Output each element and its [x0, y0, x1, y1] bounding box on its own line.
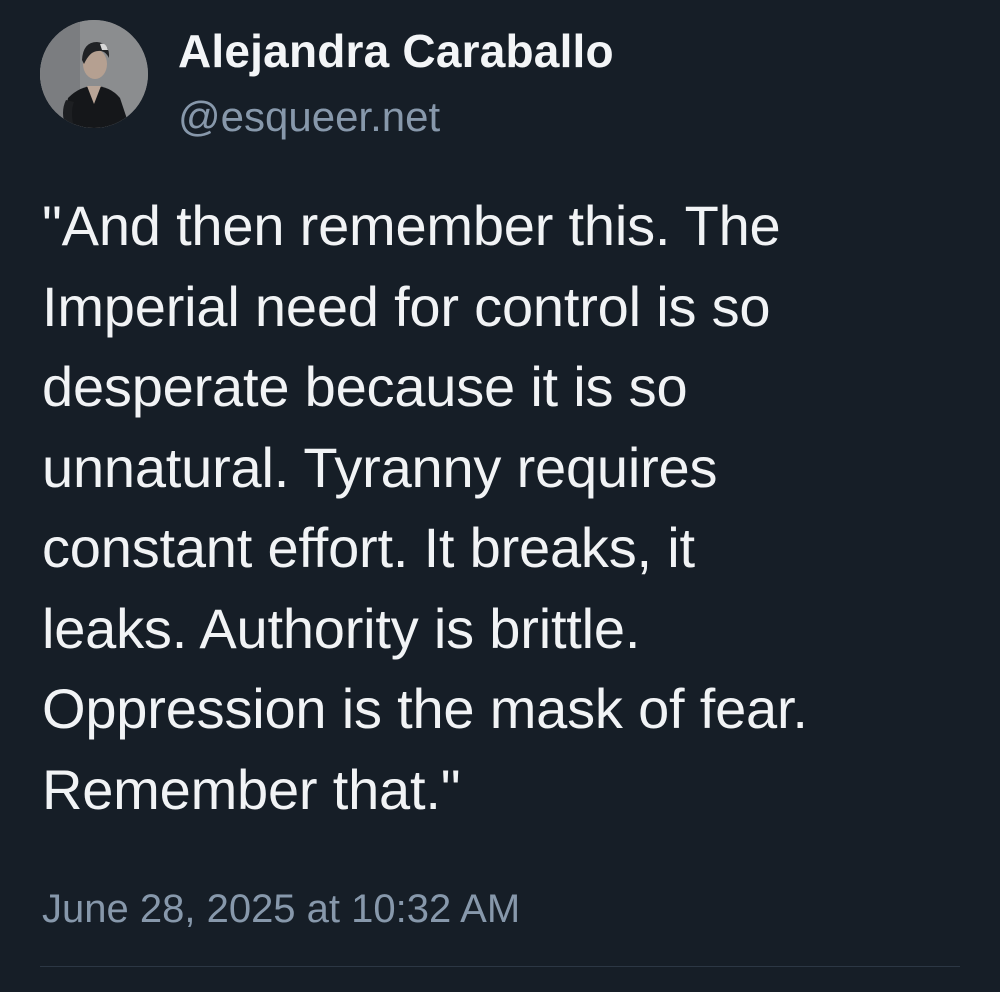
divider: [40, 966, 960, 967]
post-header: Alejandra Caraballo @esqueer.net: [40, 20, 614, 142]
post-card: Alejandra Caraballo @esqueer.net "And th…: [0, 0, 1000, 992]
author-display-name[interactable]: Alejandra Caraballo: [178, 24, 614, 78]
post-text: "And then remember this. The Imperial ne…: [42, 194, 808, 821]
post-timestamp: June 28, 2025 at 10:32 AM: [42, 887, 521, 931]
author-avatar[interactable]: [40, 20, 148, 128]
author-handle[interactable]: @esqueer.net: [178, 92, 614, 142]
author-names: Alejandra Caraballo @esqueer.net: [178, 24, 614, 142]
avatar-photo-icon: [40, 20, 148, 128]
